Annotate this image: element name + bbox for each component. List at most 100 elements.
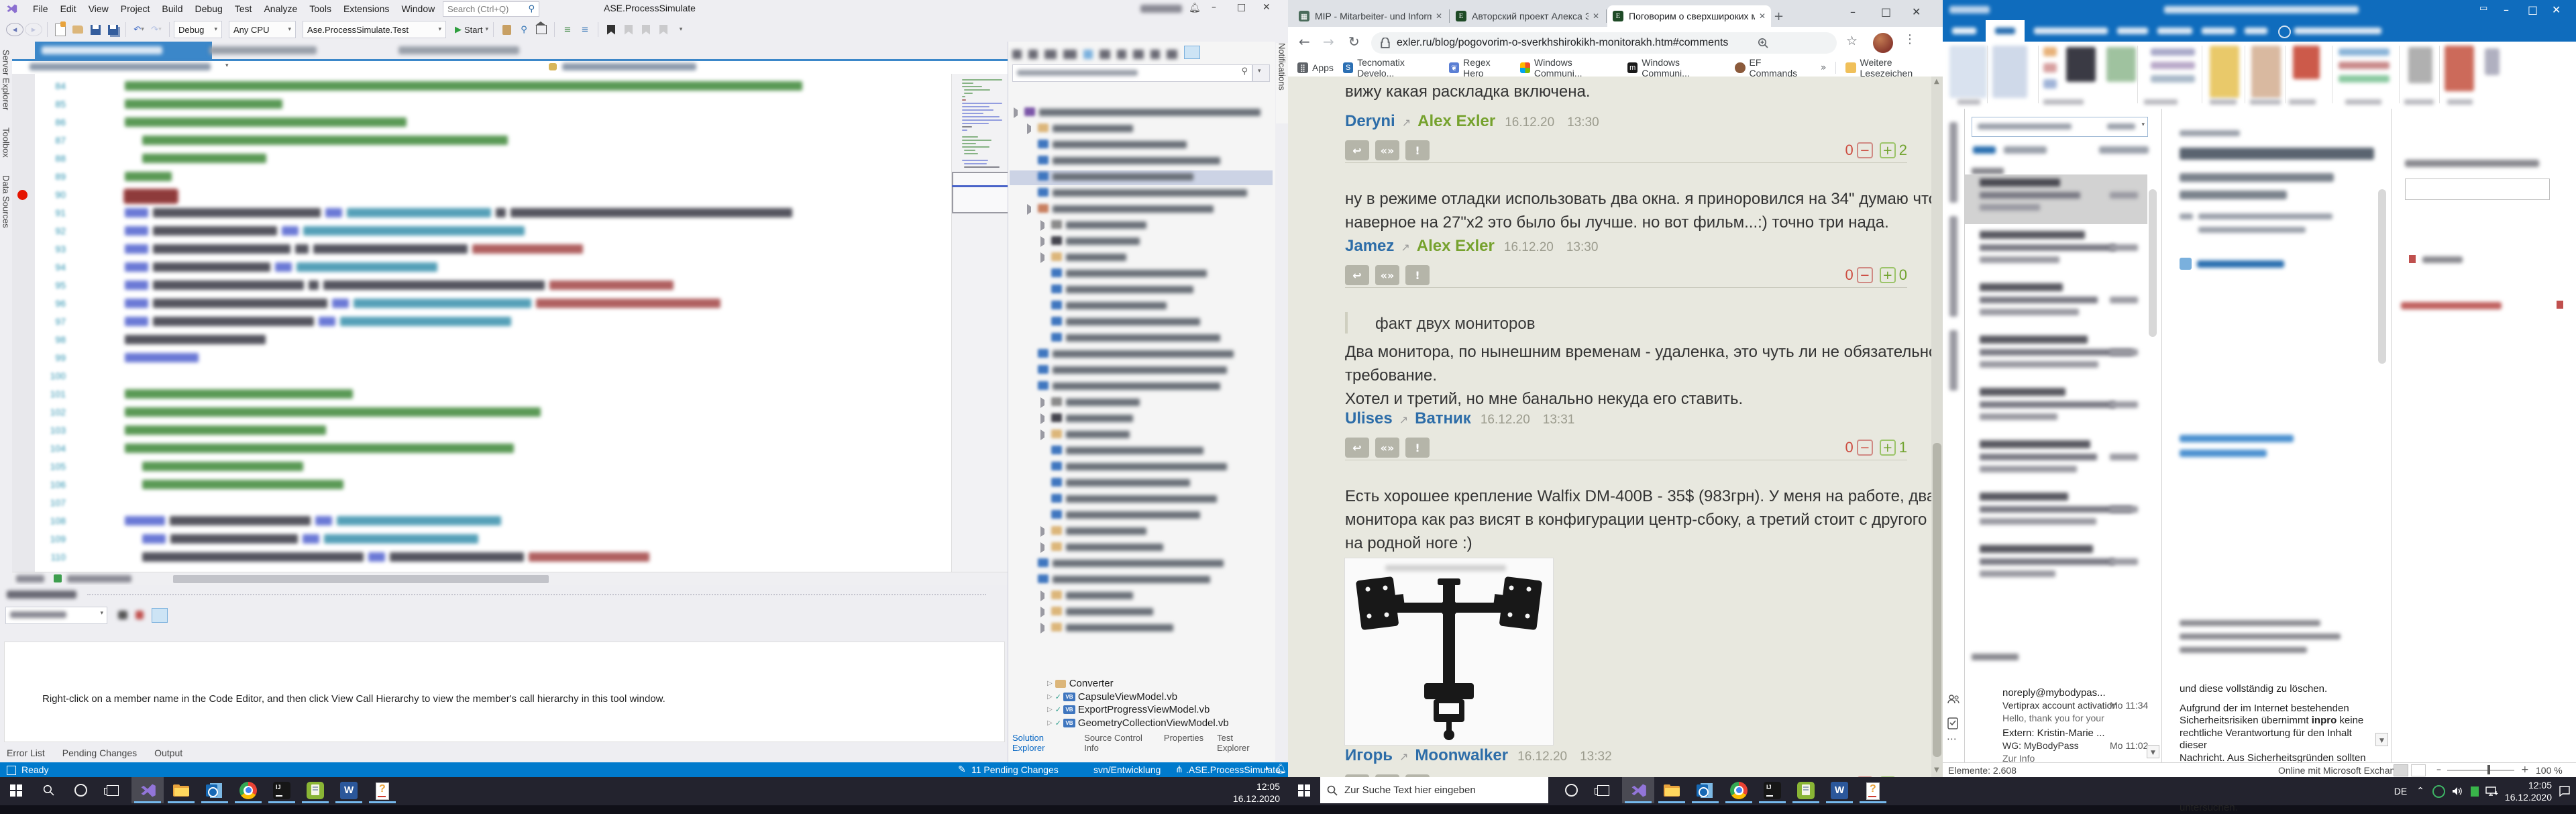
expander-icon[interactable]: [1040, 607, 1050, 617]
search-scope-dropdown[interactable]: ▾: [2103, 117, 2148, 137]
taskbar-app-visual-studio[interactable]: [131, 777, 164, 803]
save-icon[interactable]: [87, 21, 103, 38]
cortana-button[interactable]: [64, 777, 97, 803]
toggle-detail-pane-icon[interactable]: [152, 608, 168, 623]
tree-item[interactable]: [1066, 624, 1173, 631]
quick-access-toolbar[interactable]: [1949, 6, 1990, 13]
zoom-in-icon[interactable]: +: [2521, 764, 2529, 775]
indent-decrease-icon[interactable]: ≡: [559, 21, 576, 38]
expander-icon[interactable]: [1040, 413, 1050, 424]
action-center-icon[interactable]: [2559, 786, 2571, 797]
navigate-back-icon[interactable]: ◂: [6, 23, 23, 36]
zoom-slider-thumb[interactable]: [2487, 765, 2490, 774]
tree-item[interactable]: [1053, 125, 1133, 132]
reply-to-author[interactable]: Moonwalker: [1415, 746, 1508, 764]
tree-item[interactable]: [1066, 415, 1133, 422]
tab-ordner[interactable]: [2117, 28, 2148, 34]
breakpoint-dot[interactable]: [17, 190, 28, 200]
sort-nach-datum-dropdown[interactable]: [2099, 146, 2149, 154]
reply-icon[interactable]: ↩: [1345, 140, 1369, 160]
upvote-button[interactable]: +: [1880, 142, 1896, 158]
tree-item[interactable]: [1053, 576, 1210, 583]
tab-hilfe[interactable]: [2245, 28, 2267, 34]
close-button[interactable]: ✕: [1912, 5, 1921, 18]
menu-item-window[interactable]: Window: [395, 3, 441, 14]
tool-tab-source-control-info[interactable]: Source Control Info: [1084, 733, 1150, 753]
tree-item-geometrycollectionviewmodel-vb[interactable]: ▷✓VBGeometryCollectionViewModel.vb: [1047, 717, 1229, 729]
message-item-sender[interactable]: Extern: Kristin-Marie ...: [2002, 727, 2170, 739]
zoom-out-icon[interactable]: –: [2436, 764, 2441, 775]
remove-root-icon[interactable]: [136, 611, 144, 619]
tab-close-icon[interactable]: ✕: [1593, 11, 1599, 21]
taskbar-app-outlook[interactable]: [199, 777, 231, 803]
start-debugging-button[interactable]: ▶Start▾: [455, 21, 488, 38]
document-tab[interactable]: [203, 42, 343, 59]
reading-view-button[interactable]: [2411, 764, 2426, 776]
menu-item-file[interactable]: File: [27, 3, 54, 14]
tab-ansicht[interactable]: [2157, 28, 2192, 34]
message-sender[interactable]: [1980, 493, 2068, 501]
ribbon-button[interactable]: [2043, 79, 2057, 89]
bookmark-star-icon[interactable]: ☆: [1846, 34, 1858, 48]
tree-item[interactable]: [1066, 592, 1133, 599]
ribbon-button[interactable]: [1949, 46, 1987, 98]
ribbon-button[interactable]: [2043, 63, 2057, 72]
maximize-button[interactable]: □: [1237, 2, 1246, 13]
background-tasks-icon[interactable]: [7, 766, 16, 775]
live-share-button[interactable]: [1140, 5, 1182, 13]
tree-item[interactable]: [1066, 608, 1153, 615]
comment-author[interactable]: Ulises: [1345, 409, 1393, 427]
report-icon[interactable]: !: [1405, 140, 1430, 160]
start-button[interactable]: [0, 777, 32, 803]
bookmark-avatar-photo[interactable]: EF Commands: [1735, 57, 1808, 79]
expander-icon[interactable]: [1040, 397, 1050, 408]
document-tab[interactable]: [392, 42, 546, 59]
reply-to-author[interactable]: Ватник: [1415, 409, 1471, 427]
tool-tab-properties[interactable]: Properties: [1164, 733, 1203, 753]
maximize-button[interactable]: □: [1881, 5, 1891, 18]
menu-item-extensions[interactable]: Extensions: [337, 3, 395, 14]
expander-icon[interactable]: ▷: [1047, 719, 1053, 727]
tree-item[interactable]: [1066, 238, 1140, 245]
tree-item[interactable]: [1053, 350, 1234, 358]
find-in-files-icon[interactable]: ⚲: [516, 21, 532, 38]
redo-icon[interactable]: ↷ ▾: [148, 21, 164, 38]
scroll-thumb[interactable]: [1933, 443, 1941, 757]
new-project-icon[interactable]: [52, 21, 68, 38]
menu-item-tools[interactable]: Tools: [303, 3, 337, 14]
maximize-button[interactable]: □: [2528, 3, 2538, 16]
menu-item-edit[interactable]: Edit: [54, 3, 83, 14]
expander-icon[interactable]: [1040, 429, 1050, 440]
tree-item[interactable]: [1053, 157, 1220, 164]
taskbar-app-visual-studio[interactable]: [1622, 777, 1654, 803]
menu-kebab-icon[interactable]: ⋮: [1904, 32, 1916, 46]
close-button[interactable]: ✕: [2552, 3, 2561, 16]
tree-item[interactable]: [1066, 463, 1227, 470]
hscroll-thumb[interactable]: [173, 575, 549, 583]
comment-author[interactable]: Jamez: [1345, 237, 1394, 255]
ribbon-button[interactable]: [2151, 48, 2195, 56]
expander-icon[interactable]: [1014, 107, 1023, 118]
people-icon[interactable]: [1947, 694, 1960, 705]
solution-toolbar-icon[interactable]: [1133, 50, 1144, 59]
start-button[interactable]: [1288, 777, 1320, 803]
close-button[interactable]: ✕: [1263, 2, 1271, 13]
browser-tab[interactable]: EАвторский проект Алекса Эксле✕: [1450, 5, 1605, 27]
tree-item[interactable]: [1066, 318, 1200, 325]
tab-start-active[interactable]: [1986, 20, 2025, 42]
ribbon-button[interactable]: [2339, 75, 2390, 83]
tab-addins[interactable]: [2202, 28, 2235, 34]
tree-item[interactable]: [1066, 447, 1203, 454]
reply-icon[interactable]: ↩: [1345, 438, 1369, 458]
taskbar-app-notepad-plus-plus[interactable]: [299, 777, 331, 803]
minimize-button[interactable]: –: [1212, 2, 1216, 13]
tree-item[interactable]: [1039, 109, 1260, 116]
solution-toolbar-icon[interactable]: [1099, 50, 1110, 59]
tab-senden-empfangen[interactable]: [2034, 28, 2108, 34]
editor-zoom-dropdown[interactable]: [16, 575, 44, 582]
downvote-button[interactable]: −: [1857, 267, 1873, 283]
message-sender[interactable]: [1980, 179, 2060, 187]
taskbar-app-chrome[interactable]: [1723, 777, 1755, 803]
report-icon[interactable]: !: [1405, 438, 1430, 458]
refresh-icon[interactable]: [118, 611, 127, 619]
